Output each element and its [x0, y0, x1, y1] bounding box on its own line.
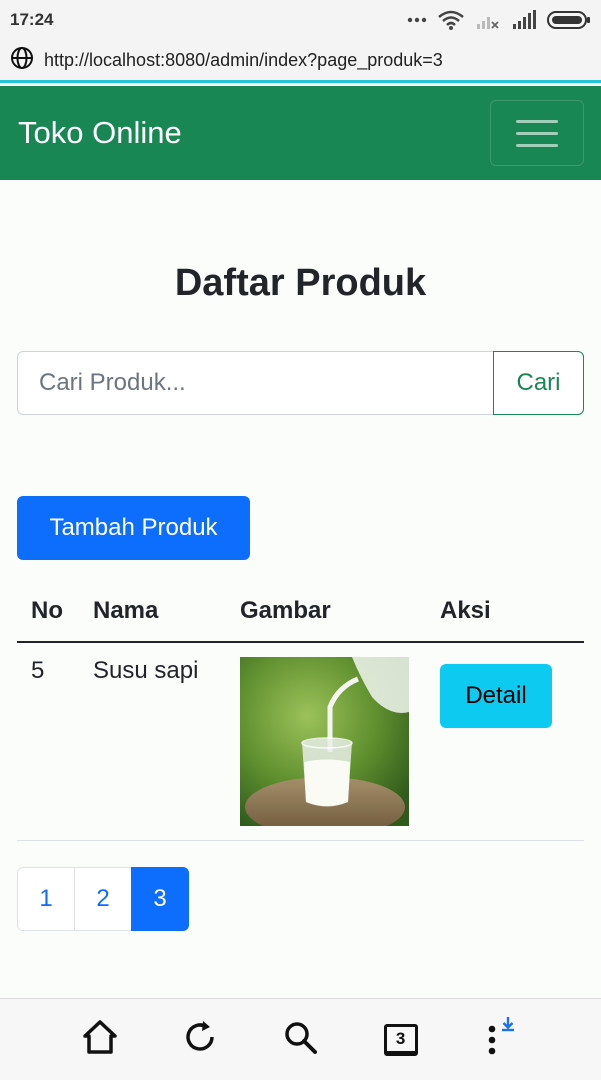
status-time: 17:24 — [10, 10, 54, 29]
tabs-icon: 3 — [383, 1023, 418, 1056]
search-icon — [282, 1019, 318, 1060]
header-no: No — [17, 580, 79, 643]
url-text[interactable]: http://localhost:8080/admin/index?page_p… — [44, 50, 443, 71]
page-link-2[interactable]: 2 — [74, 867, 132, 931]
navbar-brand[interactable]: Toko Online — [18, 115, 182, 151]
add-product-button[interactable]: Tambah Produk — [17, 496, 250, 560]
table-header-row: No Nama Gambar Aksi — [17, 580, 584, 643]
signal-icon — [511, 10, 537, 30]
browser-bottom-bar: 3 — [0, 998, 601, 1080]
home-icon — [81, 1018, 119, 1061]
navbar-toggler-button[interactable] — [490, 100, 584, 166]
search-button[interactable]: Cari — [493, 351, 584, 415]
more-dots-icon — [407, 16, 427, 24]
table-row: 5 Susu sapi Detail — [17, 642, 584, 841]
search-group: Cari — [17, 351, 584, 415]
cell-gambar — [226, 642, 426, 841]
product-image — [240, 657, 409, 826]
cell-nama: Susu sapi — [79, 642, 226, 841]
pagination: 1 2 3 — [17, 867, 189, 931]
page-title: Daftar Produk — [174, 262, 427, 304]
battery-icon — [547, 10, 591, 30]
page-link-1[interactable]: 1 — [17, 867, 75, 931]
search-browser-button[interactable] — [270, 1010, 330, 1070]
product-table: No Nama Gambar Aksi 5 Susu sapi Detail — [17, 580, 584, 841]
hamburger-icon-line — [516, 143, 558, 147]
page-link-3-active[interactable]: 3 — [131, 867, 189, 931]
cell-aksi: Detail — [426, 642, 584, 841]
navbar: Toko Online — [0, 86, 601, 180]
status-icons — [407, 9, 591, 31]
menu-icon — [484, 1015, 518, 1064]
detail-button[interactable]: Detail — [440, 664, 552, 728]
signal-off-icon — [475, 10, 501, 30]
header-gambar: Gambar — [226, 580, 426, 643]
status-bar: 17:24 — [0, 0, 601, 40]
hamburger-icon-line — [516, 119, 558, 123]
url-bar[interactable]: http://localhost:8080/admin/index?page_p… — [0, 40, 601, 83]
header-aksi: Aksi — [426, 580, 584, 643]
product-table-wrapper: No Nama Gambar Aksi 5 Susu sapi Detail — [17, 580, 584, 841]
tabs-button[interactable]: 3 — [371, 1010, 431, 1070]
search-input[interactable] — [17, 351, 493, 415]
globe-icon — [10, 46, 34, 75]
header-nama: Nama — [79, 580, 226, 643]
home-button[interactable] — [70, 1010, 130, 1070]
menu-button[interactable] — [471, 1010, 531, 1070]
cell-no: 5 — [17, 642, 79, 841]
hamburger-icon-line — [516, 131, 558, 135]
reload-button[interactable] — [170, 1010, 230, 1070]
wifi-icon — [437, 9, 465, 31]
reload-icon — [182, 1019, 218, 1060]
